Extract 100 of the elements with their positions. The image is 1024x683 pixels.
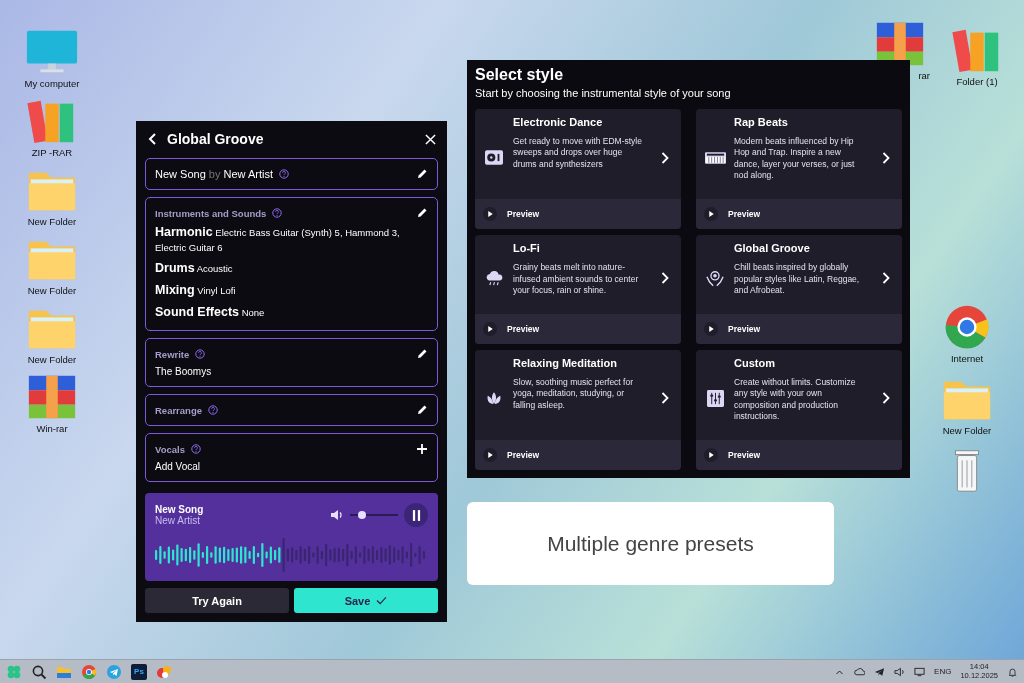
style-description: Slow, soothing music perfect for yoga, meditation, studying, or falling asleep. [513,376,634,412]
save-button[interactable]: Save [294,588,438,614]
help-icon[interactable] [272,208,283,218]
instrument-setting: Harmonic Electric Bass Guitar (Synth) 5, Hammond 3, Electric Guitar 6 [155,224,401,255]
add-vocal-link[interactable]: Add Vocal [155,461,428,473]
app-icon[interactable] [156,663,172,680]
track-artist: New Artist [155,515,200,527]
speaker-icon[interactable] [894,666,906,677]
preview-button[interactable]: Preview [696,440,902,470]
desktop-icon-label: ZIP -RAR [31,147,73,158]
edit-icon[interactable] [416,348,428,361]
edit-icon[interactable] [416,168,428,180]
style-description: Get ready to move with EDM-style sweeps and drops over huge drums and synthesizers [513,136,643,171]
instrument-setting: Sound Effects None [155,304,266,322]
waveform-drawing[interactable] [155,537,427,574]
play-icon [487,325,493,332]
caption-text: Multiple genre presets [547,531,754,556]
sliders-icon [706,389,724,407]
language-indicator[interactable]: ENG [934,667,952,676]
photoshop-app-button[interactable]: Ps [131,663,147,680]
desktop-icon-label: New Folder [27,285,77,296]
style-card[interactable]: Global Groove Chill beats inspired by globally popular styles like Latin, Reggae, and Afrobeat. Preview [696,235,902,344]
style-description: Chill beats inspired by globally popular styles like Latin, Reggae, and Afrobeat. [734,262,861,297]
panel-subtitle: Start by choosing the instrumental style of your song [475,87,732,99]
section-label: Rearrange [155,404,202,416]
style-title: Electronic Dance [513,116,604,128]
try-again-button[interactable]: Try Again [145,588,289,614]
style-title: Custom [734,356,776,369]
turntable-icon [485,150,503,166]
desktop-icon-label: New Folder [27,216,77,227]
help-icon[interactable] [208,405,218,416]
help-icon[interactable] [279,169,289,179]
edit-icon[interactable] [416,207,428,219]
section-label: Rewrite [155,348,190,360]
keyboard-icon [704,151,726,164]
desktop-icon-label: Folder (1) [956,76,998,87]
style-title: Relaxing Meditation [513,356,618,369]
style-title: Global Groove [734,242,811,255]
panel-title: Select style [475,66,565,84]
lotus-icon [485,390,503,406]
play-icon [487,211,493,218]
volume-icon[interactable] [330,509,344,522]
style-card[interactable]: Custom Create without limits. Customize any style with your own composition and production instructions. Preview [696,349,902,470]
play-icon [708,452,714,458]
desktop-icon-label: Win-rar [36,423,68,434]
style-description: Modern beats influenced by Hip Hop and Trap. Inspire a new dance, layer your verses, or just nod along. [734,136,856,182]
played-waveform[interactable] [155,543,281,568]
pause-button[interactable] [404,503,428,528]
chevron-right-icon [661,272,669,284]
close-button[interactable] [423,131,438,147]
style-card[interactable]: Relaxing Meditation Slow, soothing music perfect for yoga, meditation, studying, or falling asleep. Preview [475,349,681,470]
preview-button[interactable]: Preview [475,199,681,230]
help-icon[interactable] [190,444,201,455]
style-title: Rap Beats [734,116,789,128]
search-icon[interactable] [31,663,47,680]
checkmark-icon [376,596,388,606]
preview-button[interactable]: Preview [696,199,902,230]
globe-hands-icon [706,269,724,287]
rewrite-value: The Boomys [155,366,213,378]
preview-button[interactable]: Preview [475,313,681,344]
style-card[interactable]: Lo-Fi Grainy beats melt into nature-infused ambient sounds to center your focus, rain or shine. Preview [475,235,681,344]
paper-plane-icon[interactable] [874,666,886,677]
rain-cloud-icon [484,270,504,286]
desktop-icon-label: New Folder [942,425,992,436]
section-label: Vocals [155,443,185,455]
desktop-icon-label: rar [918,70,930,81]
chevron-right-icon [661,151,669,164]
edit-icon[interactable] [416,404,428,417]
help-icon[interactable] [195,349,206,360]
track-title: New Song [155,504,204,516]
desktop-icon-label: My computer [24,78,80,89]
monitor-icon[interactable] [914,666,926,677]
style-card[interactable]: Electronic Dance Get ready to move with EDM-style sweeps and drops over huge drums and synthesizers Preview [475,109,681,230]
start-icon[interactable] [6,663,22,680]
pause-icon [411,509,421,521]
song-title: New Song by New Artist [155,168,273,180]
cloud-icon[interactable] [854,666,866,677]
browser-icon[interactable] [81,663,97,680]
chevron-right-icon [882,272,890,284]
chevron-right-icon [661,392,669,405]
section-label: Instruments and Sounds [155,207,267,219]
style-description: Grainy beats melt into nature-infused ambient sounds to center your focus, rain or shine. [513,262,640,297]
style-title: Lo-Fi [513,242,541,255]
play-icon [708,211,714,218]
preview-button[interactable]: Preview [696,313,902,344]
play-icon [487,452,493,458]
style-card[interactable]: Rap Beats Modern beats influenced by Hip Hop and Trap. Inspire a new dance, layer your verses, or just nod along. Preview [696,109,902,230]
style-description: Create without limits. Customize any style with your own composition and production instructions. [734,376,857,423]
desktop-icon-label: New Folder [27,354,77,365]
chevron-right-icon [882,151,890,164]
instrument-setting: Mixing Vinyl Lofi [155,282,237,299]
desktop-icon-label: Internet [950,353,984,364]
volume-slider-thumb[interactable] [358,511,366,520]
play-icon [708,325,714,332]
add-icon[interactable] [416,443,428,456]
instrument-setting: Drums Acoustic [155,259,234,277]
bell-icon[interactable] [1007,666,1018,677]
preview-button[interactable]: Preview [475,440,681,470]
panel-title: Global Groove [167,131,265,147]
chevron-right-icon [882,392,890,405]
